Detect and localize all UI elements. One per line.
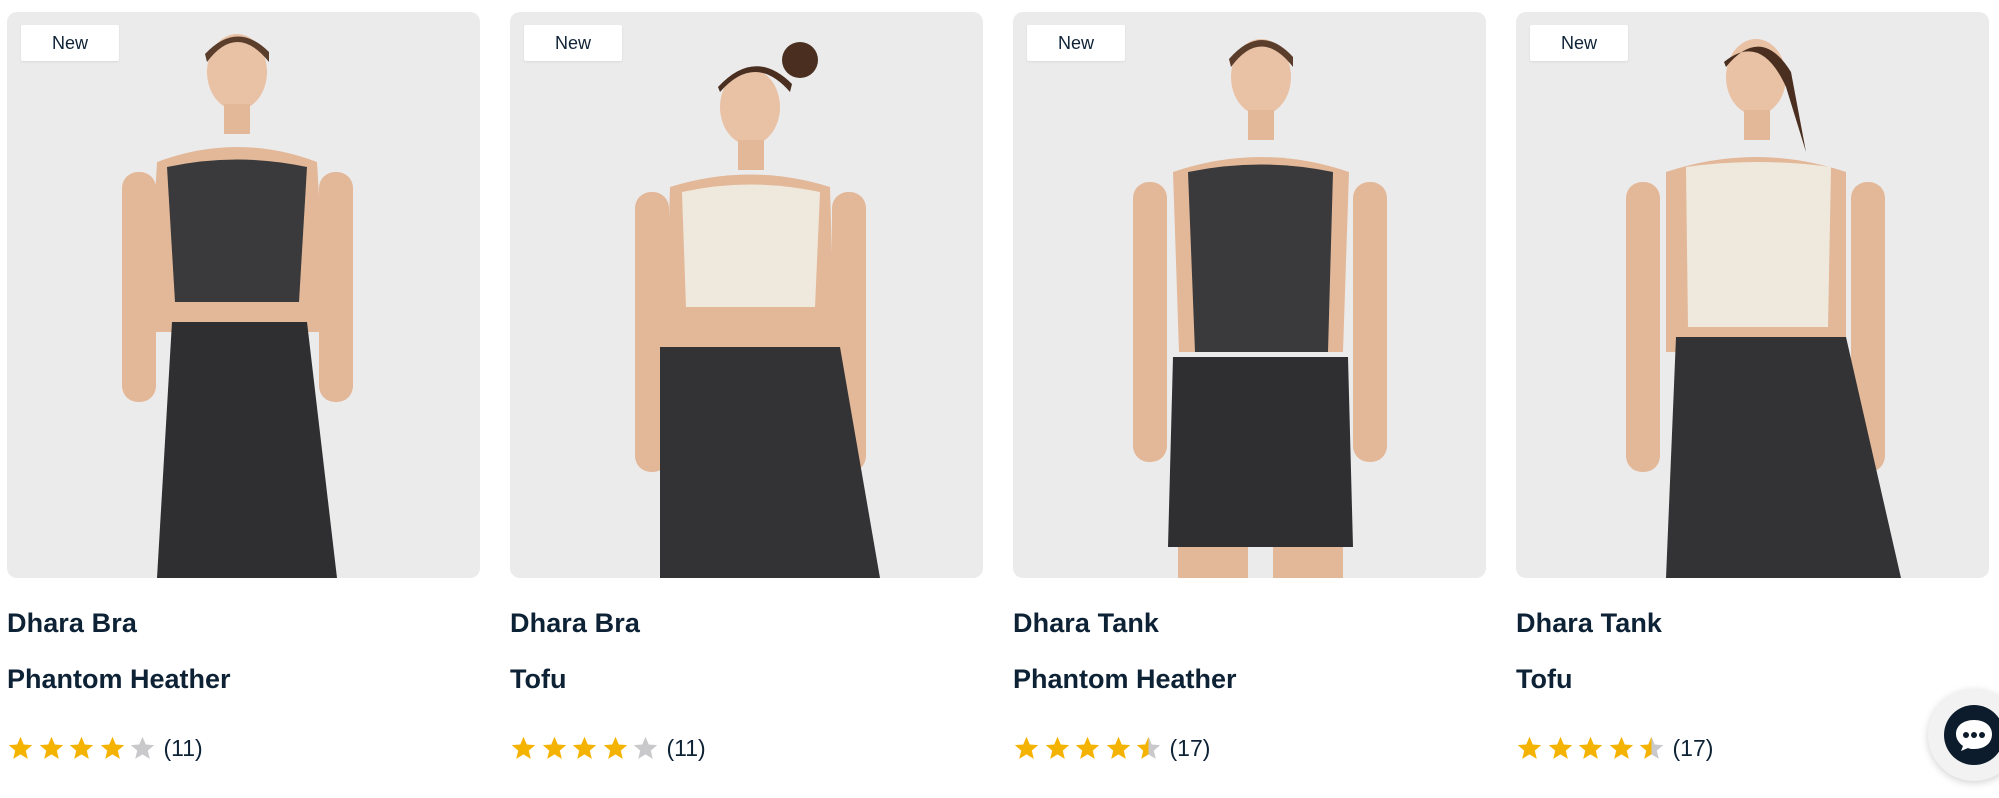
rating-stars[interactable]: (11)	[7, 733, 203, 763]
star-icon	[130, 736, 155, 759]
product-title[interactable]: Dhara Tank	[1516, 608, 1662, 639]
star-icon	[100, 736, 124, 759]
star-icon	[511, 736, 536, 759]
star-icon	[603, 736, 627, 759]
new-badge: New	[1530, 25, 1628, 61]
model-photo	[1133, 39, 1387, 578]
product-card: New	[1013, 12, 1486, 578]
product-image[interactable]: New	[1516, 12, 1989, 578]
star-icon	[1014, 736, 1039, 759]
new-badge: New	[21, 25, 119, 61]
star-icon	[572, 736, 597, 759]
star-icon	[1548, 736, 1572, 759]
star-icon	[542, 736, 566, 759]
model-photo	[1626, 39, 1901, 578]
new-badge: New	[524, 25, 622, 61]
product-image[interactable]: New	[7, 12, 480, 578]
star-icon	[633, 736, 658, 759]
review-count: (17)	[1672, 734, 1714, 761]
product-color-name: Tofu	[1516, 664, 1573, 694]
star-icon	[1136, 736, 1161, 759]
star-icon	[1578, 736, 1603, 759]
star-icon	[39, 736, 63, 759]
star-icon	[1609, 736, 1633, 759]
star-icon	[69, 736, 94, 759]
rating-stars[interactable]: (17)	[1516, 733, 1713, 763]
product-title[interactable]: Dhara Bra	[7, 608, 137, 639]
product-color-name: Phantom Heather	[7, 664, 231, 694]
rating-stars[interactable]: (17)	[1013, 733, 1210, 763]
star-icon	[1639, 736, 1664, 759]
star-icon	[1517, 736, 1542, 759]
chat-bubble-icon[interactable]	[1944, 705, 1999, 765]
review-count: (11)	[163, 734, 203, 761]
product-card: New	[1516, 12, 1989, 578]
model-photo	[635, 42, 880, 578]
product-grid: New New New New Dhara Bra Dhara Bra Dhar…	[0, 0, 1999, 798]
product-card: New	[7, 12, 480, 578]
product-title[interactable]: Dhara Tank	[1013, 608, 1159, 639]
star-icon	[8, 736, 33, 759]
product-color-name: Tofu	[510, 664, 567, 694]
star-icon	[1106, 736, 1130, 759]
product-image[interactable]: New	[510, 12, 983, 578]
star-icon	[1045, 736, 1069, 759]
product-color-name: Phantom Heather	[1013, 664, 1237, 694]
review-count: (11)	[666, 734, 706, 761]
model-photo	[122, 34, 353, 578]
product-image[interactable]: New	[1013, 12, 1486, 578]
review-count: (17)	[1169, 734, 1211, 761]
new-badge: New	[1027, 25, 1125, 61]
product-card: New	[510, 12, 983, 578]
rating-stars[interactable]: (11)	[510, 733, 706, 763]
product-title[interactable]: Dhara Bra	[510, 608, 640, 639]
star-icon	[1075, 736, 1100, 759]
